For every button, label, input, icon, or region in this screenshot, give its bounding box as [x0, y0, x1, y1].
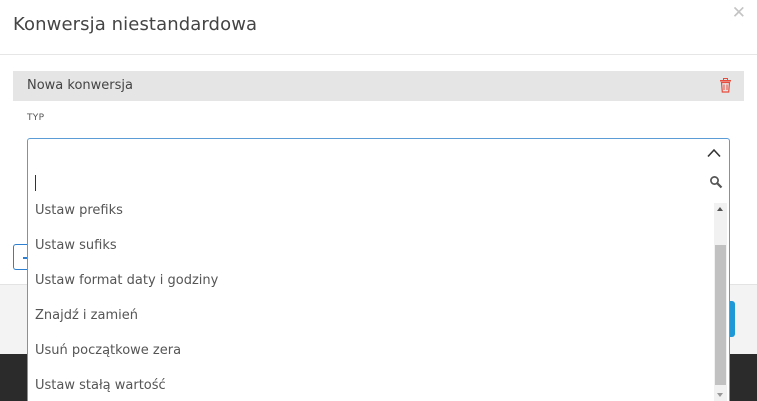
- options-list: Ustaw prefiks Ustaw sufiks Ustaw format …: [28, 201, 712, 401]
- close-icon[interactable]: ✕: [732, 3, 746, 23]
- list-item[interactable]: Znajdź i zamień: [28, 306, 712, 341]
- list-item[interactable]: Ustaw stałą wartość: [28, 376, 712, 401]
- type-select-dropdown[interactable]: Ustaw prefiks Ustaw sufiks Ustaw format …: [27, 138, 730, 401]
- conversion-name: Nowa konwersja: [27, 78, 133, 93]
- scroll-up-icon[interactable]: [717, 207, 723, 211]
- type-label: TYP: [27, 113, 45, 123]
- text-caret: [35, 175, 36, 191]
- conversion-header: Nowa konwersja: [13, 71, 744, 101]
- scrollbar-thumb[interactable]: [715, 245, 726, 385]
- list-item[interactable]: Ustaw prefiks: [28, 201, 712, 236]
- list-item[interactable]: Ustaw format daty i godziny: [28, 271, 712, 306]
- search-icon: [710, 176, 723, 189]
- list-item[interactable]: Usuń początkowe zera: [28, 341, 712, 376]
- search-row: [28, 172, 729, 200]
- trash-icon[interactable]: [719, 78, 732, 93]
- scroll-down-icon[interactable]: [717, 393, 723, 397]
- modal-header: Konwersja niestandardowa ✕: [0, 0, 757, 55]
- modal-title: Konwersja niestandardowa: [13, 14, 258, 35]
- modal-dialog: Konwersja niestandardowa ✕ Nowa konwersj…: [0, 0, 757, 401]
- list-item[interactable]: Ustaw sufiks: [28, 236, 712, 271]
- type-search-input[interactable]: [34, 172, 694, 196]
- chevron-up-icon[interactable]: [707, 148, 721, 158]
- scrollbar[interactable]: [714, 203, 727, 401]
